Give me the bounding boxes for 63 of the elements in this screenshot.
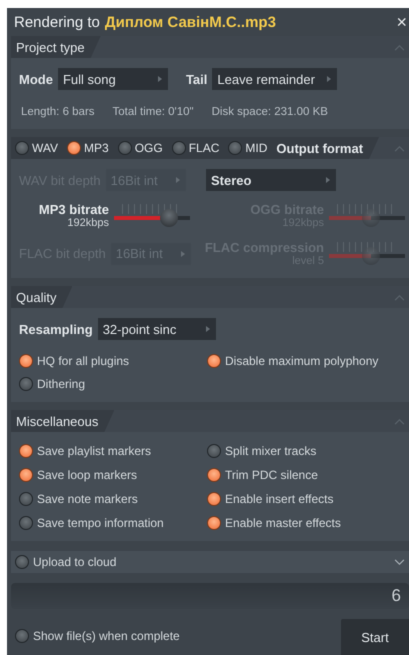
radio-button[interactable] — [228, 141, 242, 155]
format-label: OGG — [134, 141, 163, 155]
dropdown[interactable]: 32-point sinc — [98, 318, 216, 340]
option-label: Disable maximum polyphony — [225, 354, 378, 368]
option-label: Save playlist markers — [37, 444, 152, 458]
radio-button[interactable] — [207, 516, 221, 530]
option-label: Show file(s) when complete — [33, 629, 180, 643]
dropdown[interactable]: Leave remainder — [212, 68, 338, 90]
radio-button[interactable] — [207, 354, 221, 368]
option-label: Enable master effects — [225, 516, 341, 530]
info-text: Length: 6 bars — [21, 106, 95, 118]
option-label: Save tempo information — [37, 516, 164, 530]
window-title: Rendering to — [14, 14, 100, 30]
format-label: MP3 — [84, 141, 109, 155]
radio-button[interactable] — [207, 492, 221, 506]
radio-button[interactable] — [118, 141, 132, 155]
slider-knob[interactable] — [160, 209, 178, 227]
format-label: FLAC — [188, 141, 220, 155]
slider-reading: 192kbps — [67, 217, 109, 229]
section-title: Quality — [11, 286, 72, 308]
radio-button[interactable] — [15, 555, 29, 569]
radio-button[interactable] — [207, 444, 221, 458]
file-name: Диплом СавінМ.С..mp3 — [104, 14, 276, 30]
collapse-icon[interactable] — [394, 144, 405, 152]
option-label: Trim PDC silence — [225, 468, 318, 482]
section-title: Miscellaneous — [11, 410, 114, 432]
option-label: Enable insert effects — [225, 492, 334, 506]
radio-button[interactable] — [67, 141, 81, 155]
radio-button[interactable] — [207, 468, 221, 482]
format-label: MID — [245, 141, 268, 155]
section-title: Output format — [276, 140, 364, 156]
dropdown[interactable]: Stereo — [206, 169, 336, 191]
option-label: HQ for all plugins — [37, 354, 130, 368]
option-label: Split mixer tracks — [225, 444, 316, 458]
close-button[interactable]: × — [396, 13, 407, 31]
radio-button[interactable] — [19, 354, 33, 368]
option-label: Save note markers — [37, 492, 138, 506]
radio-button[interactable] — [19, 468, 33, 482]
option-label: Upload to cloud — [33, 555, 116, 569]
radio-button[interactable] — [15, 629, 29, 643]
radio-button[interactable] — [172, 141, 186, 155]
radio-button[interactable] — [15, 141, 29, 155]
option-label: Dithering — [37, 377, 86, 391]
collapse-icon[interactable] — [394, 418, 405, 424]
option-label: Save loop markers — [37, 468, 138, 482]
info-text: Total time: 0'10" — [112, 106, 194, 118]
format-label: WAV — [32, 141, 58, 155]
info-text: Disk space: 231.00 KB — [212, 106, 328, 118]
field-label: Mode — [19, 72, 53, 86]
expand-icon[interactable] — [394, 558, 405, 566]
field-label: MP3 bitrate — [38, 202, 109, 217]
field-label: Tail — [186, 72, 208, 86]
radio-button[interactable] — [19, 516, 33, 530]
dropdown[interactable]: Full song — [58, 68, 168, 90]
section-title: Project type — [11, 36, 101, 58]
progress-count: 6 — [392, 586, 401, 606]
collapse-icon[interactable] — [394, 44, 405, 50]
field-label: Resampling — [19, 322, 93, 336]
radio-button[interactable] — [19, 444, 33, 458]
radio-button[interactable] — [19, 377, 33, 391]
radio-button[interactable] — [19, 492, 33, 506]
collapse-icon[interactable] — [394, 294, 405, 300]
start-button[interactable]: Start — [341, 619, 409, 655]
